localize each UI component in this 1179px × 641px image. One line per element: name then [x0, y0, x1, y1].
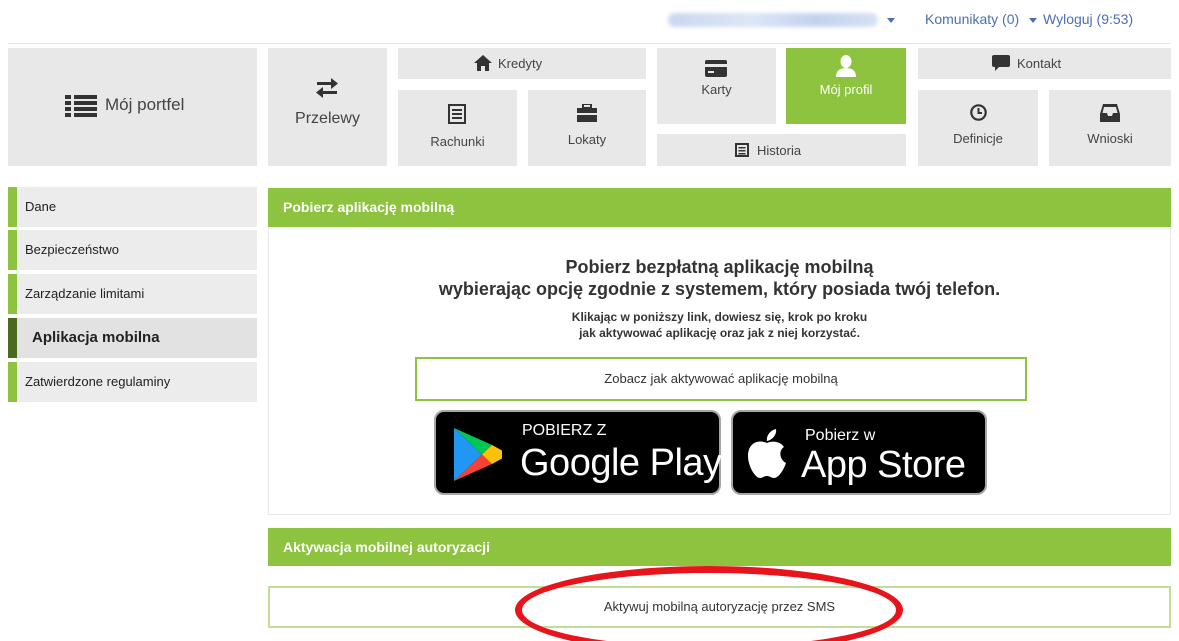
- list-icon: [65, 95, 97, 117]
- nav-portfolio-label: Mój portfel: [105, 95, 185, 114]
- user-menu[interactable]: [668, 10, 895, 30]
- top-divider: [8, 43, 1170, 44]
- mobile-app-title: Pobierz bezpłatną aplikację mobilną wybi…: [268, 256, 1171, 300]
- mobile-app-panel-header: Pobierz aplikację mobilną: [268, 188, 1171, 227]
- nav-applications[interactable]: Wnioski: [1049, 90, 1171, 166]
- app-store-small-text: Pobierz w: [805, 427, 876, 444]
- app-store-big-text: App Store: [801, 444, 966, 486]
- nav-deposits-label: Lokaty: [567, 132, 607, 147]
- top-bar: Komunikaty (0) Wyloguj (9:53): [0, 0, 1179, 44]
- nav-credits[interactable]: Kredyty: [398, 48, 646, 79]
- sidebar-item-mobile-app[interactable]: Aplikacja mobilna: [8, 318, 257, 358]
- apple-icon: [748, 429, 786, 478]
- nav-accounts-label: Rachunki: [430, 134, 485, 149]
- document-icon: [735, 143, 749, 157]
- mobile-auth-panel-header: Aktywacja mobilnej autoryzacji: [268, 528, 1171, 566]
- sidebar-item-data[interactable]: Dane: [8, 187, 257, 227]
- briefcase-icon: [577, 104, 597, 122]
- app-store-badge[interactable]: Pobierz w App Store: [731, 410, 987, 495]
- logout-link[interactable]: Wyloguj (9:53): [1043, 11, 1133, 27]
- mobile-app-subtitle-line1: Klikając w poniższy link, dowiesz się, k…: [571, 310, 868, 324]
- clock-icon: [970, 104, 987, 121]
- home-icon: [474, 55, 492, 71]
- sidebar-item-regulations[interactable]: Zatwierdzone regulaminy: [8, 362, 257, 402]
- nav-deposits[interactable]: Lokaty: [528, 90, 646, 166]
- transfer-arrows-icon: [316, 78, 338, 98]
- chat-bubble-icon: [992, 55, 1010, 71]
- nav-profile[interactable]: Mój profil: [786, 48, 906, 124]
- chevron-down-icon: [887, 18, 895, 23]
- nav-transfers-label: Przelewy: [295, 110, 360, 127]
- activation-guide-link[interactable]: Zobacz jak aktywować aplikację mobilną: [415, 357, 1027, 401]
- highlight-ellipse: [515, 566, 903, 641]
- card-icon: [705, 60, 727, 77]
- nav-history-label: Historia: [757, 143, 802, 158]
- nav-cards-label: Karty: [701, 82, 732, 97]
- chevron-down-icon: [1029, 17, 1038, 23]
- nav-history[interactable]: Historia: [657, 134, 906, 166]
- nav-applications-label: Wnioski: [1087, 131, 1133, 146]
- nav-profile-label: Mój profil: [819, 82, 873, 97]
- blurred-user-name: [668, 13, 878, 27]
- nav-contact-label: Kontakt: [1017, 56, 1062, 71]
- user-icon: [836, 55, 856, 77]
- nav-credits-label: Kredyty: [498, 56, 543, 71]
- nav-transfers[interactable]: Przelewy: [268, 48, 387, 166]
- nav-accounts[interactable]: Rachunki: [398, 90, 517, 166]
- mobile-app-subtitle: Klikając w poniższy link, dowiesz się, k…: [268, 309, 1171, 341]
- google-play-icon: [454, 428, 502, 481]
- nav-cards[interactable]: Karty: [657, 48, 776, 124]
- google-play-small-text: POBIERZ Z: [522, 422, 607, 439]
- document-icon: [448, 104, 466, 124]
- nav-contact[interactable]: Kontakt: [918, 48, 1171, 79]
- nav-definitions[interactable]: Definicje: [918, 90, 1038, 166]
- sidebar-item-security[interactable]: Bezpieczeństwo: [8, 230, 257, 270]
- nav-definitions-label: Definicje: [953, 131, 1003, 146]
- inbox-icon: [1100, 104, 1120, 122]
- google-play-badge[interactable]: POBIERZ Z Google Play: [434, 410, 722, 495]
- sidebar-item-limits[interactable]: Zarządzanie limitami: [8, 274, 257, 314]
- messages-label: Komunikaty (0): [925, 11, 1020, 27]
- google-play-big-text: Google Play: [520, 442, 722, 484]
- nav-portfolio[interactable]: Mój portfel: [8, 48, 257, 166]
- messages-menu[interactable]: Komunikaty (0): [925, 11, 1038, 27]
- mobile-app-title-line2: wybierając opcję zgodnie z systemem, któ…: [438, 279, 1001, 299]
- mobile-app-subtitle-line2: jak aktywować aplikację oraz jak z niej …: [579, 326, 860, 340]
- mobile-app-title-line1: Pobierz bezpłatną aplikację mobilną: [565, 257, 874, 277]
